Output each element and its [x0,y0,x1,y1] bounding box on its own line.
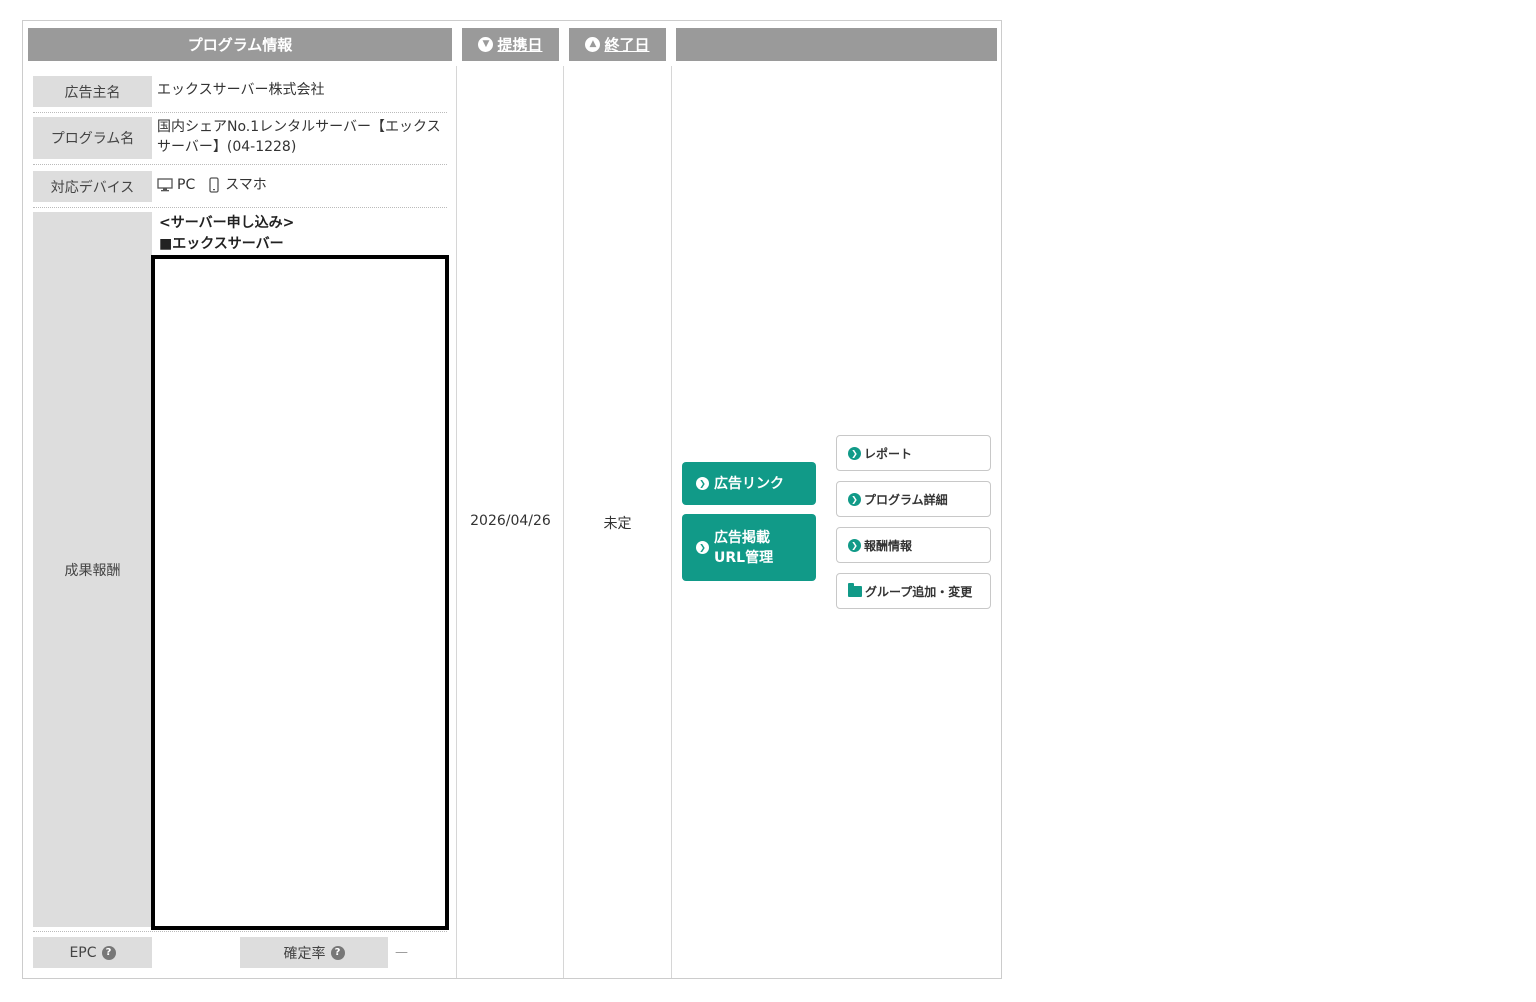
reward-info-label: 報酬情報 [864,538,913,553]
chevron-right-icon: ❯ [848,446,861,460]
epc-row: EPC ? 確定率 ? — [33,937,447,969]
header-program-info: プログラム情報 [28,28,452,61]
group-button[interactable]: グループ追加・変更 [836,573,991,609]
chevron-down-icon: ▼ [478,37,494,52]
epc-label: EPC [69,944,97,961]
url-management-label-line-2: URL管理 [714,549,774,566]
help-icon[interactable]: ? [330,945,345,960]
reward-label: 成果報酬 [33,212,152,927]
device-list: PC スマホ [157,175,447,195]
column-divider [671,66,672,978]
url-management-button[interactable]: ❯ 広告掲載 URL管理 [682,514,816,581]
program-detail-button[interactable]: ❯ プログラム詳細 [836,481,991,517]
ad-link-button[interactable]: ❯ 広告リンク [682,462,816,505]
url-management-label: 広告掲載 URL管理 [714,528,773,568]
report-label: レポート [864,446,913,461]
reward-heading-line-2: ■エックスサーバー [159,236,284,252]
desktop-icon [157,178,173,192]
device-sp-label: スマホ [225,177,267,193]
chevron-up-icon: ▲ [585,37,601,52]
sort-by-end-date[interactable]: ▲ 終了日 [569,28,666,61]
device-pc-label: PC [177,177,196,193]
report-button[interactable]: ❯ レポート [836,435,991,471]
device-label: 対応デバイス [33,171,152,202]
reward-heading-line-1: <サーバー申し込み> [159,215,295,231]
header-program-info-label: プログラム情報 [187,36,293,54]
smartphone-icon [209,177,219,193]
start-date-value: 2026/04/26 [470,513,551,529]
reward-details-box [151,255,449,930]
reward-row: 成果報酬 <サーバー申し込み> ■エックスサーバー [33,208,449,932]
group-label: グループ追加・変更 [865,584,973,599]
epc-label-cell: EPC ? [33,937,152,968]
advertiser-row: 広告主名 エックスサーバー株式会社 [33,74,447,113]
chevron-right-icon: ❯ [696,541,709,554]
reward-info-button[interactable]: ❯ 報酬情報 [836,527,991,563]
advertiser-label: 広告主名 [33,76,152,107]
help-icon[interactable]: ? [101,945,116,960]
start-date-sort-label[interactable]: 提携日 [497,34,542,55]
advertiser-name: エックスサーバー株式会社 [157,82,325,98]
url-management-label-line-1: 広告掲載 [714,529,770,546]
end-date-value: 未定 [603,516,632,532]
reward-heading: <サーバー申し込み> ■エックスサーバー [159,213,294,255]
program-card: プログラム情報 ▼ 提携日 ▲ 終了日 広告主名 エックスサーバー株式会社 プロ… [22,20,1002,979]
program-name-label: プログラム名 [33,117,152,159]
sort-by-start-date[interactable]: ▼ 提携日 [462,28,559,61]
confirm-rate-label: 確定率 [283,945,326,962]
folder-icon [848,582,862,597]
header-actions [676,28,997,61]
end-date-sort-label[interactable]: 終了日 [604,34,649,55]
confirm-rate-value: — [395,945,408,960]
program-name-row: プログラム名 国内シェアNo.1レンタルサーバー【エックスサーバー】(04-12… [33,113,447,165]
chevron-right-icon: ❯ [848,492,861,506]
program-detail-label: プログラム詳細 [864,492,948,507]
confirm-rate-label-cell: 確定率 ? [240,937,388,968]
ad-link-label: 広告リンク [714,475,784,492]
chevron-right-icon: ❯ [696,477,709,490]
program-name: 国内シェアNo.1レンタルサーバー【エックスサーバー】(04-1228) [157,119,441,155]
chevron-right-icon: ❯ [848,538,861,552]
device-row: 対応デバイス PC スマホ [33,165,447,208]
